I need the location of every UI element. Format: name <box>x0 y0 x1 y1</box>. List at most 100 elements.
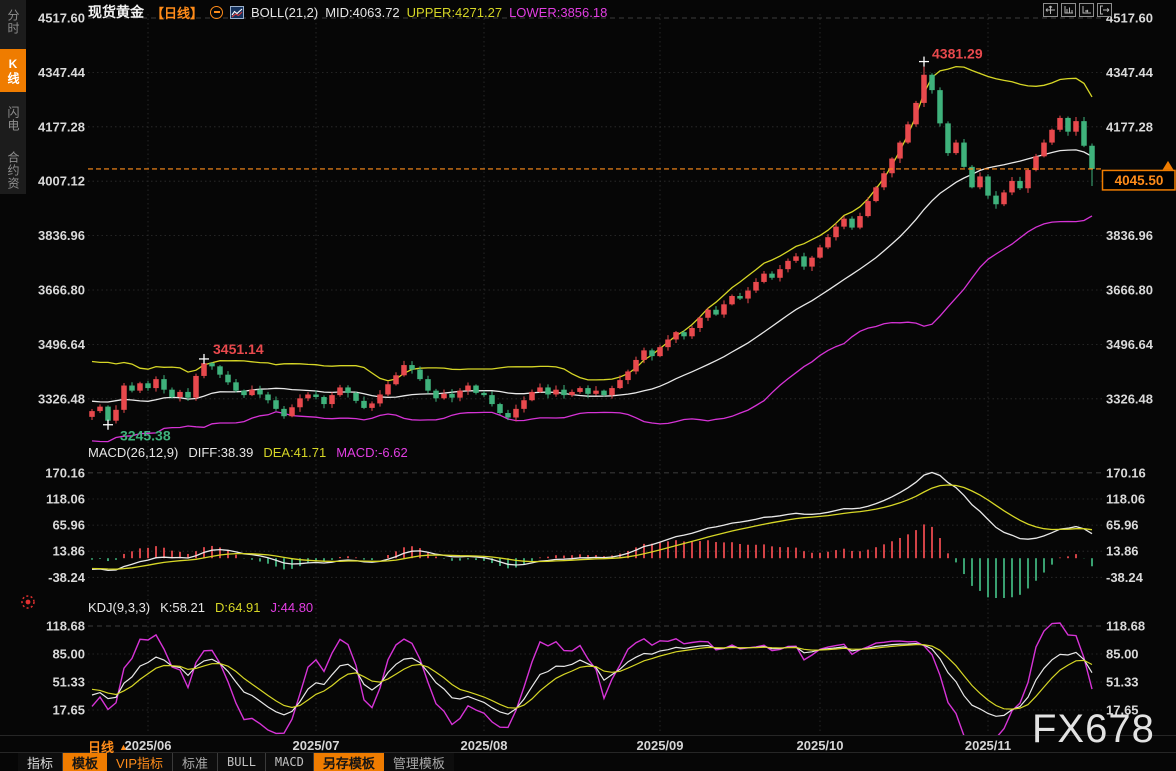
candle-body <box>393 375 399 384</box>
axis-labels: 4517.604517.604347.444347.444177.284177.… <box>38 11 1154 754</box>
boll-lower-value: LOWER:3856.18 <box>509 5 607 20</box>
svg-text:-38.24: -38.24 <box>48 570 86 585</box>
candle-body <box>657 347 663 356</box>
svg-text:51.33: 51.33 <box>52 675 85 690</box>
svg-text:13.86: 13.86 <box>52 544 85 559</box>
candle-body <box>1001 192 1007 204</box>
macd-params-label: MACD(26,12,9) <box>88 445 178 460</box>
candle-body <box>617 380 623 388</box>
candle-body <box>1081 121 1087 146</box>
pane-settings-icon[interactable] <box>20 594 36 615</box>
j-line <box>92 623 1092 744</box>
candle-body <box>329 395 335 404</box>
candle-body <box>497 404 503 413</box>
move-icon[interactable] <box>1043 3 1058 17</box>
candle-body <box>153 379 159 388</box>
candle-body <box>913 103 919 124</box>
candle-body <box>921 75 927 103</box>
svg-text:4007.12: 4007.12 <box>38 174 85 189</box>
mini-chart-icon[interactable] <box>230 6 244 19</box>
diff-line <box>92 473 1092 571</box>
toolbar-item-manage-templates[interactable]: 管理模板 <box>384 753 454 771</box>
candle-body <box>745 291 751 299</box>
toolbar-item-templates[interactable]: 模板 <box>63 753 107 771</box>
toolbar-item-standard[interactable]: 标准 <box>173 753 218 771</box>
candle-body <box>225 375 231 383</box>
candle-body <box>809 258 815 267</box>
kdj-params-label: KDJ(9,3,3) <box>88 600 150 615</box>
candle-body <box>777 269 783 278</box>
svg-text:2025/11: 2025/11 <box>965 738 1011 753</box>
candle-body <box>529 392 535 400</box>
candle-body <box>1049 130 1055 143</box>
chart-header: 现货黄金 【日线】 BOLL(21,2) MID:4063.72 UPPER:4… <box>88 2 607 22</box>
svg-text:65.96: 65.96 <box>52 518 85 533</box>
svg-text:3836.96: 3836.96 <box>38 228 85 243</box>
candle-body <box>793 256 799 260</box>
candle-body <box>1073 121 1079 132</box>
svg-text:170.16: 170.16 <box>45 465 85 480</box>
svg-text:2025/09: 2025/09 <box>637 738 684 753</box>
candle-body <box>449 394 455 398</box>
sidebar-item-kline[interactable]: K线图 <box>0 49 26 93</box>
svg-text:170.16: 170.16 <box>1106 465 1146 480</box>
svg-text:85.00: 85.00 <box>1106 647 1139 662</box>
sidebar-item-timeshare[interactable]: 分时图 <box>0 4 26 40</box>
svg-text:118.06: 118.06 <box>1106 492 1145 507</box>
candle-body <box>193 376 199 398</box>
sidebar-item-contract-info[interactable]: 合约资料 <box>0 146 26 194</box>
candle-body <box>857 216 863 228</box>
candle-body <box>1041 143 1047 157</box>
macd-hist-value: MACD:-6.62 <box>336 445 408 460</box>
candle-body <box>897 143 903 159</box>
sidebar-item-lightning[interactable]: 闪电图 <box>0 101 26 137</box>
svg-text:4517.60: 4517.60 <box>1106 11 1153 26</box>
candle-body <box>825 237 831 247</box>
left-sidebar: 分时图 K线图 闪电图 合约资料 <box>0 0 26 194</box>
candle-body <box>553 390 559 395</box>
candle-body <box>1017 181 1023 188</box>
candle-body <box>241 391 247 395</box>
candle-body <box>185 392 191 398</box>
kdj-d-value: D:64.91 <box>215 600 261 615</box>
chart-tool-buttons <box>1043 3 1112 17</box>
svg-text:65.96: 65.96 <box>1106 518 1139 533</box>
svg-text:4347.44: 4347.44 <box>38 65 86 80</box>
collapse-icon[interactable] <box>210 6 223 19</box>
toolbar-item-vip-indicators[interactable]: VIP指标 <box>107 753 173 771</box>
candle-body <box>97 407 103 411</box>
candle-body <box>489 395 495 404</box>
candle-body <box>633 360 639 372</box>
candle-body <box>985 176 991 195</box>
svg-text:2025/07: 2025/07 <box>293 738 340 753</box>
exit-icon[interactable] <box>1097 3 1112 17</box>
macd-pane <box>92 473 1092 603</box>
candle-body <box>577 388 583 392</box>
main-chart-canvas[interactable]: 4517.604517.604347.444347.444177.284177.… <box>0 0 1176 771</box>
compress-left-icon[interactable] <box>1061 3 1076 17</box>
candle-body <box>369 403 375 407</box>
price-direction-arrow-icon <box>1163 161 1174 170</box>
macd-dea-value: DEA:41.71 <box>263 445 326 460</box>
svg-text:3245.38: 3245.38 <box>120 428 171 444</box>
candle-body <box>433 391 439 399</box>
candle-body <box>569 392 575 395</box>
compress-right-icon[interactable] <box>1079 3 1094 17</box>
svg-text:3666.80: 3666.80 <box>1106 283 1153 298</box>
toolbar-item-macd[interactable]: MACD <box>266 753 314 771</box>
candle-body <box>721 304 727 314</box>
candle-body <box>289 407 295 416</box>
toolbar-item-indicators[interactable]: 指标 <box>18 753 63 771</box>
macd-pane-header: MACD(26,12,9) DIFF:38.39 DEA:41.71 MACD:… <box>88 445 408 460</box>
candle-body <box>649 350 655 356</box>
candle-body <box>833 227 839 238</box>
main-pane <box>89 62 1095 442</box>
toolbar-item-save-template[interactable]: 另存模板 <box>314 753 384 771</box>
candle-body <box>473 386 479 393</box>
candle-body <box>905 124 911 142</box>
toolbar-item-bull[interactable]: BULL <box>218 753 266 771</box>
svg-text:3451.14: 3451.14 <box>213 341 264 357</box>
candle-body <box>305 394 311 398</box>
candle-body <box>761 274 767 282</box>
candle-body <box>873 187 879 201</box>
